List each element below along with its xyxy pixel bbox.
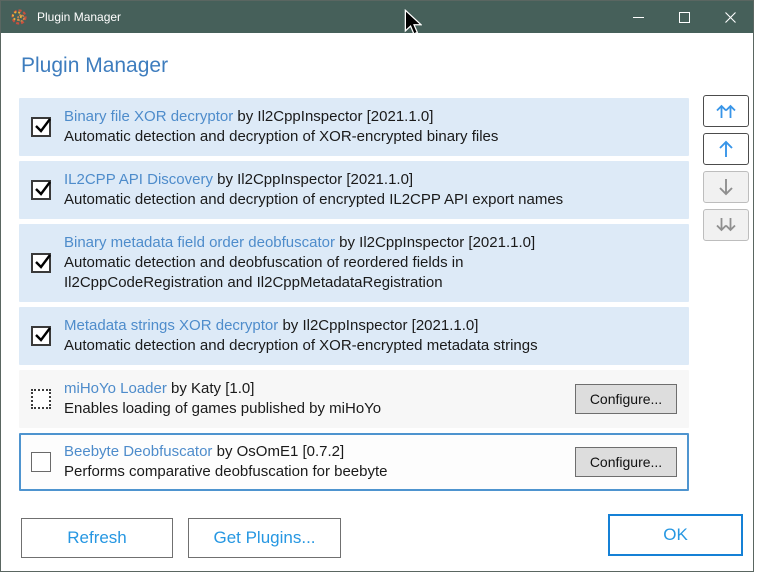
plugin-description: Performs comparative deobfuscation for b… bbox=[64, 463, 388, 480]
plugin-name-link[interactable]: Binary file XOR decryptor bbox=[64, 108, 233, 125]
plugin-row[interactable]: IL2CPP API Discovery by Il2CppInspector … bbox=[19, 161, 689, 219]
il2cpp-logo-icon bbox=[11, 9, 27, 25]
get-plugins-button[interactable]: Get Plugins... bbox=[188, 518, 341, 558]
move-down-button[interactable] bbox=[703, 171, 749, 203]
titlebar: Plugin Manager bbox=[1, 1, 753, 33]
configure-button[interactable]: Configure... bbox=[575, 384, 677, 414]
close-icon bbox=[724, 11, 736, 23]
window-title: Plugin Manager bbox=[37, 10, 122, 24]
plugin-title-line: Binary metadata field order deobfuscator… bbox=[64, 233, 677, 253]
plugin-row[interactable]: Binary file XOR decryptor by Il2CppInspe… bbox=[19, 98, 689, 156]
plugin-info: Binary file XOR decryptor by Il2CppInspe… bbox=[64, 107, 677, 147]
plugin-enabled-checkbox[interactable] bbox=[31, 117, 51, 137]
plugin-title-line: Binary file XOR decryptor by Il2CppInspe… bbox=[64, 107, 677, 127]
plugin-info: miHoYo Loader by Katy [1.0] Enables load… bbox=[64, 379, 563, 419]
plugin-description: Automatic detection and deobfuscation of… bbox=[64, 254, 464, 271]
checkmark-icon bbox=[35, 181, 51, 196]
plugin-row[interactable]: Metadata strings XOR decryptor by Il2Cpp… bbox=[19, 307, 689, 365]
mouse-cursor bbox=[404, 9, 422, 35]
maximize-button[interactable] bbox=[661, 1, 707, 33]
move-up-button[interactable] bbox=[703, 133, 749, 165]
reorder-button-column bbox=[703, 95, 749, 241]
plugin-enabled-checkbox[interactable] bbox=[31, 253, 51, 273]
ok-button[interactable]: OK bbox=[608, 514, 743, 556]
plugin-row[interactable]: Beebyte Deobfuscator by OsOmE1 [0.7.2] P… bbox=[19, 433, 689, 491]
plugin-name-link[interactable]: Metadata strings XOR decryptor bbox=[64, 317, 278, 334]
plugin-description: Il2CppCodeRegistration and Il2CppMetadat… bbox=[64, 274, 443, 291]
plugin-name-link[interactable]: IL2CPP API Discovery bbox=[64, 171, 213, 188]
move-down-icon bbox=[719, 179, 733, 196]
refresh-button[interactable]: Refresh bbox=[21, 518, 173, 558]
plugin-description: Enables loading of games published by mi… bbox=[64, 400, 382, 417]
plugin-info: Metadata strings XOR decryptor by Il2Cpp… bbox=[64, 316, 677, 356]
plugin-title-line: miHoYo Loader by Katy [1.0] bbox=[64, 379, 563, 399]
move-to-bottom-icon bbox=[716, 218, 736, 232]
plugin-description: Automatic detection and decryption of XO… bbox=[64, 337, 538, 354]
plugin-title-line: Beebyte Deobfuscator by OsOmE1 [0.7.2] bbox=[64, 442, 563, 462]
plugin-row[interactable]: miHoYo Loader by Katy [1.0] Enables load… bbox=[19, 370, 689, 428]
maximize-icon bbox=[678, 11, 690, 23]
plugin-row[interactable]: Binary metadata field order deobfuscator… bbox=[19, 224, 689, 302]
plugin-byline: by Il2CppInspector [2021.1.0] bbox=[217, 171, 414, 188]
move-to-top-icon bbox=[716, 104, 736, 118]
minimize-button[interactable] bbox=[615, 1, 661, 33]
minimize-icon bbox=[632, 16, 644, 18]
plugin-byline: by Katy [1.0] bbox=[171, 380, 255, 397]
plugin-description: Automatic detection and decryption of en… bbox=[64, 191, 564, 208]
move-to-bottom-button[interactable] bbox=[703, 209, 749, 241]
close-button[interactable] bbox=[707, 1, 753, 33]
plugin-enabled-checkbox[interactable] bbox=[31, 180, 51, 200]
plugin-description: Automatic detection and decryption of XO… bbox=[64, 128, 499, 145]
plugin-byline: by OsOmE1 [0.7.2] bbox=[216, 443, 345, 460]
plugin-manager-window: Plugin Manager Plugin Manager Binary fil… bbox=[0, 0, 754, 572]
plugin-byline: by Il2CppInspector [2021.1.0] bbox=[282, 317, 479, 334]
configure-button[interactable]: Configure... bbox=[575, 447, 677, 477]
plugin-name-link[interactable]: Binary metadata field order deobfuscator bbox=[64, 234, 335, 251]
plugin-enabled-checkbox[interactable] bbox=[31, 452, 51, 472]
plugin-list: Binary file XOR decryptor by Il2CppInspe… bbox=[19, 98, 689, 496]
plugin-enabled-checkbox[interactable] bbox=[31, 389, 51, 409]
move-up-icon bbox=[719, 140, 733, 157]
plugin-name-link[interactable]: Beebyte Deobfuscator bbox=[64, 443, 212, 460]
plugin-enabled-checkbox[interactable] bbox=[31, 326, 51, 346]
plugin-byline: by Il2CppInspector [2021.1.0] bbox=[339, 234, 536, 251]
page-title: Plugin Manager bbox=[21, 54, 169, 77]
plugin-byline: by Il2CppInspector [2021.1.0] bbox=[237, 108, 434, 125]
plugin-title-line: IL2CPP API Discovery by Il2CppInspector … bbox=[64, 170, 677, 190]
window-controls bbox=[615, 1, 753, 33]
plugin-info: IL2CPP API Discovery by Il2CppInspector … bbox=[64, 170, 677, 210]
plugin-info: Beebyte Deobfuscator by OsOmE1 [0.7.2] P… bbox=[64, 442, 563, 482]
move-to-top-button[interactable] bbox=[703, 95, 749, 127]
checkmark-icon bbox=[35, 254, 51, 269]
checkmark-icon bbox=[35, 118, 51, 133]
plugin-title-line: Metadata strings XOR decryptor by Il2Cpp… bbox=[64, 316, 677, 336]
plugin-name-link[interactable]: miHoYo Loader bbox=[64, 380, 167, 397]
plugin-info: Binary metadata field order deobfuscator… bbox=[64, 233, 677, 293]
checkmark-icon bbox=[35, 327, 51, 342]
